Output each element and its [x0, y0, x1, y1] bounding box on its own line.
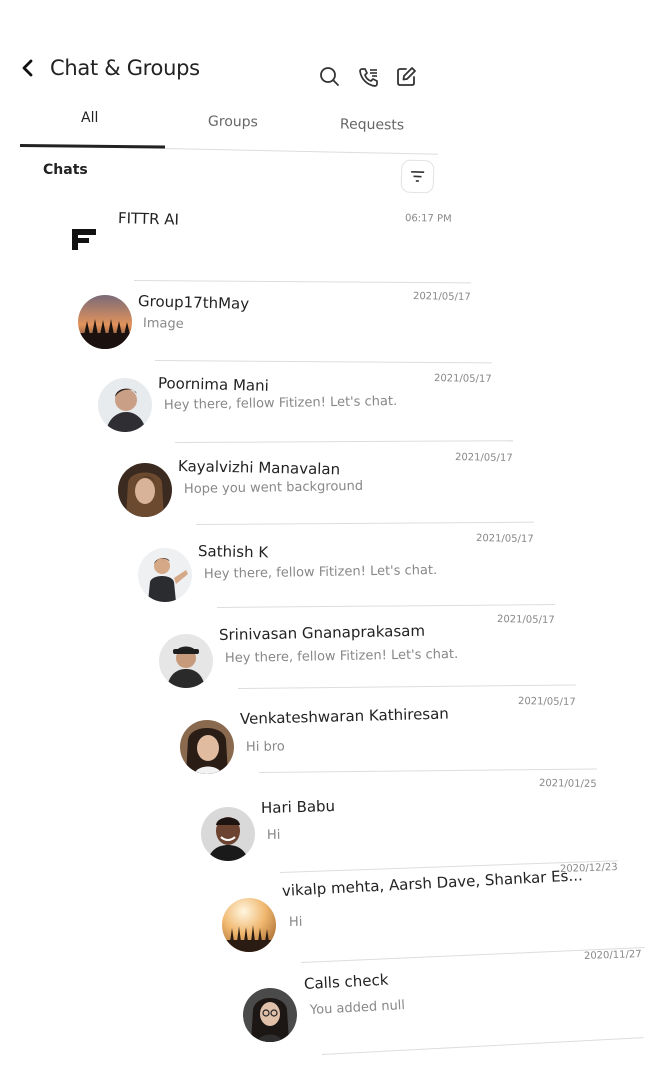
chat-date: 2021/05/17 — [454, 452, 513, 465]
chat-last-message: Image — [142, 316, 184, 332]
chat-date: 2021/05/17 — [433, 373, 492, 386]
page-title: Chat & Groups — [50, 56, 200, 80]
chat-name: Kayalvizhi Manavalan — [177, 457, 341, 479]
chat-last-message: Hope you went background — [183, 478, 364, 497]
chats-section-title: Chats — [43, 162, 88, 178]
tab-all[interactable]: All — [81, 110, 98, 126]
avatar — [138, 548, 192, 602]
chat-last-message: You added null — [309, 998, 406, 1018]
chat-date: 2021/05/17 — [517, 696, 576, 709]
avatar — [180, 720, 234, 774]
back-arrow-icon[interactable] — [16, 55, 40, 81]
chat-last-message: Hi — [266, 827, 281, 843]
chat-name: Calls check — [303, 970, 389, 993]
search-icon[interactable] — [317, 64, 343, 90]
group-avatar — [78, 295, 132, 349]
chat-last-message: Hi — [288, 914, 303, 930]
chat-name: Srinivasan Gnanaprakasam — [218, 621, 426, 644]
chat-date: 2021/05/17 — [412, 291, 471, 304]
chat-last-message: Hey there, fellow Fitizen! Let's chat. — [203, 562, 438, 582]
chat-name: FITTR AI — [117, 209, 180, 229]
fittr-logo-icon — [57, 212, 111, 266]
chat-date: 2021/05/17 — [496, 614, 555, 627]
chat-date: 06:17 PM — [404, 213, 452, 225]
row-divider — [133, 280, 471, 284]
avatar — [159, 634, 213, 688]
row-divider — [174, 440, 513, 443]
chat-name: Poornima Mani — [157, 374, 270, 395]
chat-name: Sathish K — [197, 542, 269, 562]
chat-date: 2021/01/25 — [538, 778, 597, 791]
avatar — [98, 378, 152, 432]
filter-icon[interactable] — [400, 159, 435, 194]
chat-name: Group17thMay — [137, 292, 250, 313]
chat-date: 2020/11/27 — [583, 948, 642, 962]
row-divider — [216, 604, 555, 608]
compose-icon[interactable] — [393, 64, 419, 90]
avatar — [243, 988, 297, 1042]
row-divider — [195, 521, 534, 525]
chat-last-message: Hey there, fellow Fitizen! Let's chat. — [163, 393, 398, 413]
chat-date: 2021/05/17 — [475, 533, 534, 546]
avatar — [201, 807, 255, 861]
chat-last-message: Hey there, fellow Fitizen! Let's chat. — [224, 646, 459, 666]
chat-name: Venkateshwaran Kathiresan — [239, 704, 450, 728]
row-divider — [154, 360, 492, 364]
chat-last-message: Hi bro — [245, 739, 285, 755]
active-tab-indicator — [19, 144, 166, 149]
tab-requests[interactable]: Requests — [340, 116, 404, 133]
tab-groups[interactable]: Groups — [208, 114, 258, 131]
phone-log-icon[interactable] — [356, 64, 382, 90]
row-divider — [258, 768, 597, 773]
chat-name: Hari Babu — [260, 797, 336, 817]
chat-date: 2020/12/23 — [559, 861, 618, 875]
row-divider — [321, 1037, 644, 1055]
group-avatar — [222, 898, 276, 952]
avatar — [118, 463, 172, 517]
row-divider — [237, 684, 576, 689]
